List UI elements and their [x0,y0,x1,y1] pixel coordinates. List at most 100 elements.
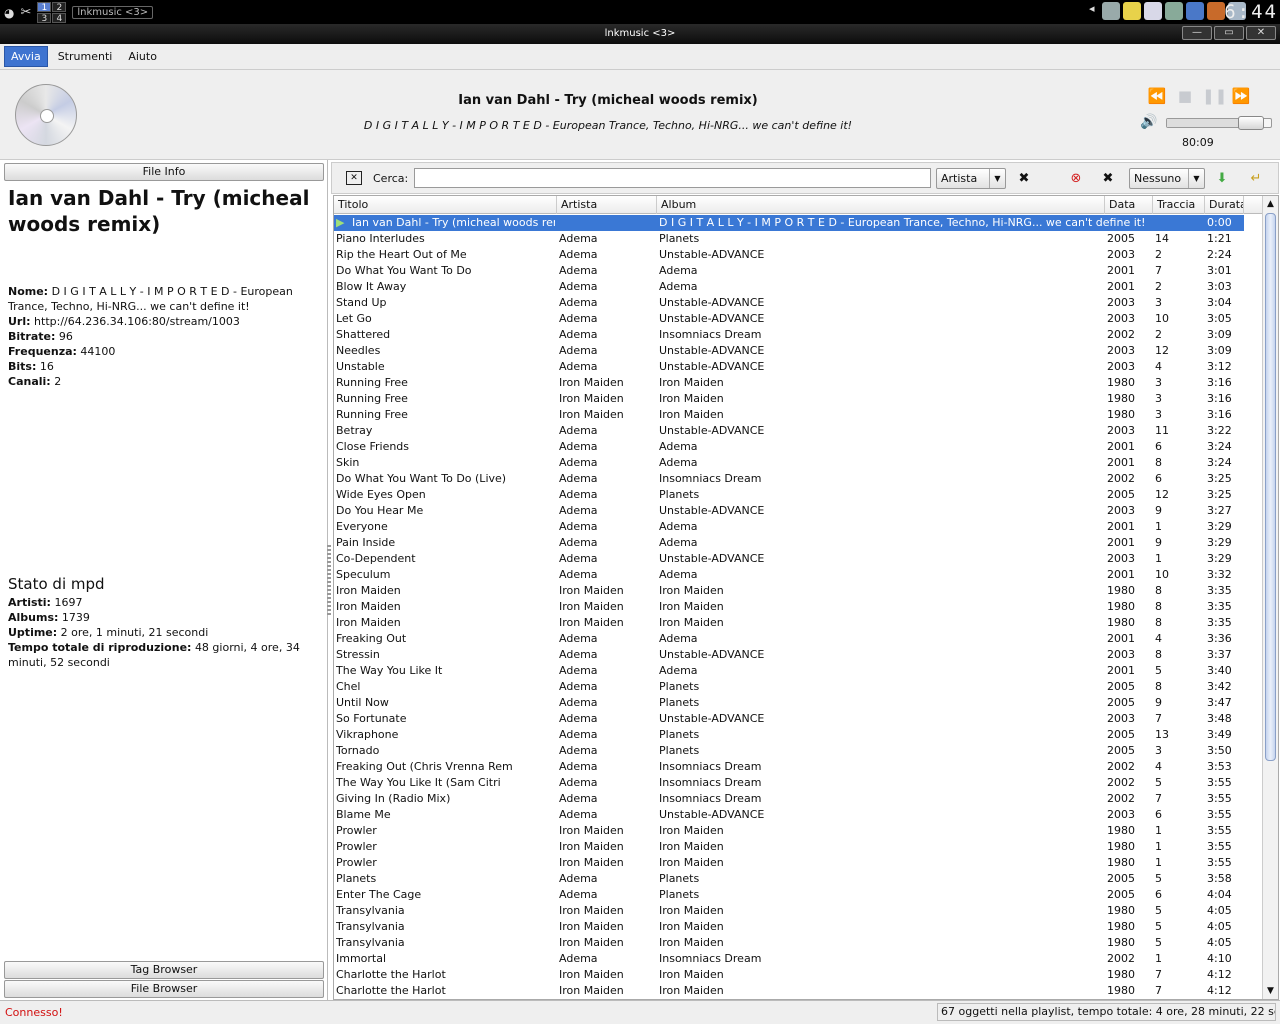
playlist-row[interactable]: Blame Me Adema Unstable-ADVANCE 2003 6 3:55 [334,807,1244,823]
playlist-row[interactable]: Transylvania Iron Maiden Iron Maiden 1980 5 4… [334,903,1244,919]
playlist-row[interactable]: Vikraphone Adema Planets 2005 13 3:49 [334,727,1244,743]
desktop-3[interactable]: 3 [37,13,52,24]
playlist-row[interactable]: Transylvania Iron Maiden Iron Maiden 1980 5 4… [334,935,1244,951]
playlist-row[interactable]: Charlotte the Harlot Iron Maiden Iron Maid… [334,967,1244,983]
menu-avvia[interactable]: Avvia [4,46,48,67]
calendar-icon[interactable] [1144,2,1162,20]
book-icon[interactable] [1165,2,1183,20]
column-data[interactable]: Data [1105,196,1153,214]
playlist-row[interactable]: Do You Hear Me Adema Unstable-ADVANCE 2003 9… [334,503,1244,519]
taskbar-app-button[interactable]: lnkmusic <3> [72,6,154,19]
return-icon[interactable]: ↵ [1246,169,1266,189]
search-field-select[interactable]: Artista ▼ [936,168,1006,189]
playlist-row[interactable]: Charlotte the Harlot Iron Maiden Iron Maid… [334,983,1244,999]
desktop-1[interactable]: 1 [37,2,52,13]
window-titlebar[interactable]: lnkmusic <3> — ▭ ✕ [0,24,1280,44]
next-icon[interactable]: ⏩ [1230,86,1252,106]
playlist-row[interactable]: Wide Eyes Open Adema Planets 2005 12 3:25 [334,487,1244,503]
menu-strumenti[interactable]: Strumenti [52,47,119,66]
playlist-row[interactable]: Tornado Adema Planets 2005 3 3:50 [334,743,1244,759]
playlist-row[interactable]: So Fortunate Adema Unstable-ADVANCE 2003 7 3:… [334,711,1244,727]
delete-icon[interactable]: ⊗ [1066,169,1086,189]
file-info-button[interactable]: File Info [4,163,324,181]
playlist-row[interactable]: Do What You Want To Do (Live) Adema Insomn… [334,471,1244,487]
playlist-row[interactable]: Stressin Adema Unstable-ADVANCE 2003 8 3:37 [334,647,1244,663]
playlist-row[interactable]: The Way You Like It (Sam Citri Adema Insom… [334,775,1244,791]
menu-aiuto[interactable]: Aiuto [122,47,163,66]
kde-menu-icon[interactable]: ◕ [4,6,14,20]
playlist-row[interactable]: Running Free Iron Maiden Iron Maiden 1980 3 3… [334,375,1244,391]
desktop-2[interactable]: 2 [52,2,67,13]
clear-search-icon[interactable]: ✕ [346,171,362,185]
playlist-row[interactable]: Do What You Want To Do Adema Adema 2001 7 3:0… [334,263,1244,279]
clear-playlist-icon[interactable]: ✖ [1098,169,1118,189]
playlist-row[interactable]: Planets Adema Planets 2005 5 3:58 [334,871,1244,887]
playlist-row[interactable]: Pain Inside Adema Adema 2001 9 3:29 [334,535,1244,551]
note-icon[interactable] [1123,2,1141,20]
playlist-row[interactable]: Iron Maiden Iron Maiden Iron Maiden 1980 8 3:… [334,615,1244,631]
playlist-row[interactable]: Iron Maiden Iron Maiden Iron Maiden 1980 8 3:… [334,599,1244,615]
speaker-icon[interactable] [1102,2,1120,20]
playlist-row[interactable]: Co-Dependent Adema Unstable-ADVANCE 2003 1 3:… [334,551,1244,567]
playlist-row[interactable]: Transylvania Iron Maiden Iron Maiden 1980 5 4… [334,919,1244,935]
column-album[interactable]: Album [657,196,1105,214]
minimize-button[interactable]: — [1182,26,1212,40]
playlist-row[interactable]: Running Free Iron Maiden Iron Maiden 1980 3 3… [334,407,1244,423]
pause-icon[interactable]: ❚❚ [1202,86,1227,106]
playlist-row[interactable]: Chel Adema Planets 2005 8 3:42 [334,679,1244,695]
scroll-thumb[interactable] [1265,213,1276,761]
playlist-row[interactable]: Giving In (Radio Mix) Adema Insomniacs Dre… [334,791,1244,807]
column-traccia[interactable]: Traccia [1153,196,1205,214]
column-artista[interactable]: Artista [557,196,657,214]
playlist-row[interactable]: Skin Adema Adema 2001 8 3:24 [334,455,1244,471]
close-button[interactable]: ✕ [1246,26,1276,40]
remove-icon[interactable]: ✖ [1014,169,1034,189]
scissors-icon[interactable]: ✂ [20,5,31,20]
playlist-row[interactable]: Prowler Iron Maiden Iron Maiden 1980 1 3:55 [334,839,1244,855]
playlist-row[interactable]: Freaking Out Adema Adema 2001 4 3:36 [334,631,1244,647]
desktop-pager[interactable]: 1 2 3 4 [37,2,67,24]
stop-icon[interactable]: ■ [1174,86,1196,106]
playlist-row[interactable]: Shattered Adema Insomniacs Dream 2002 2 3:09 [334,327,1244,343]
playlist-row[interactable]: Let Go Adema Unstable-ADVANCE 2003 10 3:05 [334,311,1244,327]
maximize-button[interactable]: ▭ [1214,26,1244,40]
playlist-row[interactable]: Freaking Out (Chris Vrenna Rem Adema Insom… [334,759,1244,775]
playlist-row[interactable]: Piano Interludes Adema Planets 2005 14 1:21 [334,231,1244,247]
playlist-row[interactable]: Blow It Away Adema Adema 2001 2 3:03 [334,279,1244,295]
playlist-row[interactable]: Everyone Adema Adema 2001 1 3:29 [334,519,1244,535]
playlist-row[interactable]: Needles Adema Unstable-ADVANCE 2003 12 3:09 [334,343,1244,359]
column-titolo[interactable]: Titolo [334,196,557,214]
playlist-row[interactable]: Enter The Cage Adema Planets 2005 6 4:04 [334,887,1244,903]
download-icon[interactable]: ⬇ [1212,169,1232,189]
playlist-row[interactable]: Running Free Iron Maiden Iron Maiden 1980 3 3… [334,391,1244,407]
playlist-row[interactable]: Prowler Iron Maiden Iron Maiden 1980 1 3:55 [334,855,1244,871]
arrow-left-icon[interactable]: ◂ [1089,2,1099,20]
volume-knob[interactable] [1237,116,1264,130]
playlist-row[interactable]: Close Friends Adema Adema 2001 6 3:24 [334,439,1244,455]
scroll-down-icon[interactable]: ▼ [1263,983,1278,999]
playlist-row[interactable]: Rip the Heart Out of Me Adema Unstable-ADV… [334,247,1244,263]
playlist-row[interactable]: Iron Maiden Iron Maiden Iron Maiden 1980 8 3:… [334,583,1244,599]
playlist-row[interactable]: Stand Up Adema Unstable-ADVANCE 2003 3 3:04 [334,295,1244,311]
playlist-row[interactable]: The Way You Like It Adema Adema 2001 5 3:40 [334,663,1244,679]
browser-icon[interactable] [1186,2,1204,20]
search-input[interactable] [414,168,931,188]
scroll-up-icon[interactable]: ▲ [1263,196,1278,212]
tag-browser-button[interactable]: Tag Browser [4,961,324,979]
column-durata[interactable]: Durata [1205,196,1244,214]
playlist-row[interactable]: Until Now Adema Planets 2005 9 3:47 [334,695,1244,711]
playlist-row[interactable]: Speculum Adema Adema 2001 10 3:32 [334,567,1244,583]
playlist-row[interactable]: Betray Adema Unstable-ADVANCE 2003 11 3:22 [334,423,1244,439]
playlist-row[interactable]: Immortal Adema Insomniacs Dream 2002 1 4:10 [334,951,1244,967]
volume-slider[interactable] [1166,116,1272,130]
playlist-row[interactable]: Prowler Iron Maiden Iron Maiden 1980 1 3:55 [334,823,1244,839]
playlist-row[interactable]: Unstable Adema Unstable-ADVANCE 2003 4 3:12 [334,359,1244,375]
desktop-4[interactable]: 4 [52,13,67,24]
firefox-icon[interactable] [1207,2,1225,20]
playlist-scrollbar[interactable]: ▲ ▼ [1262,196,1278,999]
file-browser-button[interactable]: File Browser [4,980,324,998]
playlist-row-playing[interactable]: ▶ Ian van Dahl - Try (micheal woods remix… [334,215,1244,231]
previous-icon[interactable]: ⏪ [1146,86,1168,106]
sort-select[interactable]: Nessuno ▼ [1129,168,1205,189]
volume-icon[interactable]: 🔊 [1140,114,1164,132]
